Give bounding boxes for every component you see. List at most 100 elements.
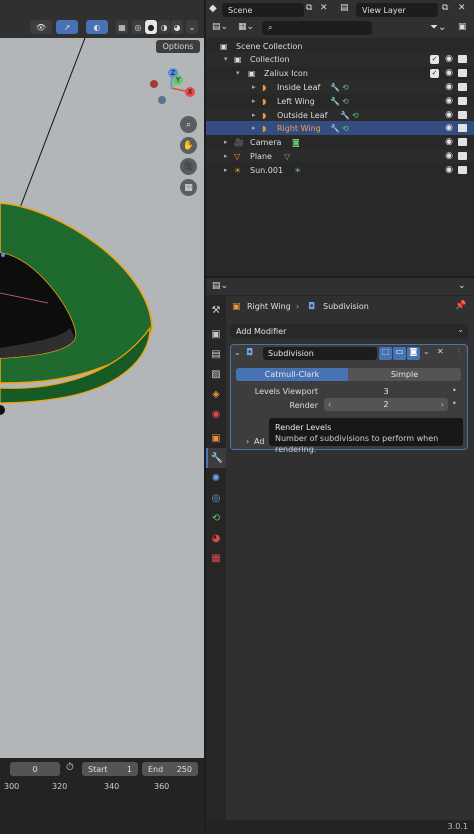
- expand-arrow-icon[interactable]: ▸: [224, 138, 228, 146]
- chevron-down-icon[interactable]: ⌄: [458, 281, 466, 291]
- tab-view-layer[interactable]: ▨: [206, 364, 226, 384]
- eye-icon[interactable]: ◉: [444, 82, 454, 92]
- render-levels-slider[interactable]: ‹ 2 ›: [324, 398, 448, 411]
- camera-render-icon[interactable]: [458, 69, 467, 77]
- expand-arrow-icon[interactable]: ▾: [236, 69, 240, 77]
- eye-icon[interactable]: ◉: [444, 165, 454, 175]
- camera-render-icon[interactable]: [458, 152, 467, 160]
- camera-render-icon[interactable]: [458, 138, 467, 146]
- eye-icon[interactable]: ◉: [444, 68, 454, 78]
- expand-arrow-icon[interactable]: ▸: [252, 83, 256, 91]
- start-frame-field[interactable]: Start 1: [82, 762, 138, 776]
- expand-arrow-icon[interactable]: ▸: [252, 111, 256, 119]
- modifier-name-field[interactable]: Subdivision: [263, 347, 377, 360]
- wrench-icon[interactable]: 🔧: [340, 111, 350, 120]
- viewport-canvas[interactable]: Z Y X ⌕ ✋ 🎥 ▦: [0, 38, 204, 758]
- wrench-icon[interactable]: 🔧: [330, 97, 340, 106]
- expand-arrow-icon[interactable]: ▸: [252, 97, 256, 105]
- eye-icon[interactable]: ◉: [444, 123, 454, 133]
- drag-handle-icon[interactable]: ⋮⋮: [455, 347, 471, 356]
- mesh-data-icon[interactable]: ⟲: [342, 97, 349, 106]
- camera-render-icon[interactable]: [458, 55, 467, 63]
- stopwatch-icon[interactable]: ⏱: [66, 762, 78, 776]
- camera-render-icon[interactable]: [458, 83, 467, 91]
- expand-arrow-icon[interactable]: ▸: [224, 152, 228, 160]
- exclude-checkbox[interactable]: ✓: [430, 68, 439, 78]
- mesh-data-icon[interactable]: ▽: [284, 152, 290, 161]
- display-mode-button[interactable]: ▤⌄: [212, 22, 232, 34]
- tab-modifiers[interactable]: 🔧: [206, 448, 226, 468]
- edit-mode-toggle-icon[interactable]: ⬚: [379, 347, 392, 360]
- outliner-row-inside-leaf[interactable]: ▸ ◗ Inside Leaf 🔧 ⟲ ◉: [206, 80, 474, 94]
- gizmo-x-axis[interactable]: X: [185, 87, 195, 97]
- tab-particles[interactable]: ✺: [206, 468, 226, 488]
- outliner-row-sun[interactable]: ▸ ☀ Sun.001 ☀ ◉: [206, 163, 474, 177]
- tab-render[interactable]: ▣: [206, 324, 226, 344]
- pan-view-button[interactable]: ✋: [180, 137, 197, 154]
- chevron-down-icon[interactable]: ⌄: [423, 347, 430, 356]
- solid-shading-button[interactable]: ●: [145, 20, 157, 34]
- view-layer-selector[interactable]: View Layer: [356, 3, 438, 17]
- wrench-icon[interactable]: 🔧: [330, 83, 340, 92]
- tab-object[interactable]: ▣: [206, 428, 226, 448]
- close-view-layer-icon[interactable]: ✕: [458, 3, 470, 15]
- mesh-data-icon[interactable]: ⟲: [342, 124, 349, 133]
- view-object-types-button[interactable]: 👁: [30, 20, 52, 34]
- gizmo-y-axis[interactable]: Y: [173, 75, 183, 85]
- simple-option[interactable]: Simple: [348, 368, 461, 381]
- mesh-data-icon[interactable]: ⟲: [352, 111, 359, 120]
- expand-arrow-icon[interactable]: ›: [246, 437, 249, 446]
- end-frame-field[interactable]: End 250: [142, 762, 198, 776]
- filter-button[interactable]: ⏷⌄: [430, 22, 452, 34]
- zoom-view-button[interactable]: ⌕: [180, 116, 197, 133]
- ortho-toggle-button[interactable]: ▦: [180, 179, 197, 196]
- close-icon[interactable]: ✕: [437, 347, 444, 356]
- pin-icon[interactable]: 📌: [455, 301, 466, 311]
- material-shading-button[interactable]: ◑: [158, 20, 170, 34]
- keyframe-dot-icon[interactable]: •: [452, 386, 457, 395]
- eye-icon[interactable]: ◉: [444, 54, 454, 64]
- shading-options-button[interactable]: ⌄: [186, 20, 198, 34]
- camera-render-icon[interactable]: [458, 124, 467, 132]
- eye-icon[interactable]: ◉: [444, 137, 454, 147]
- eye-icon[interactable]: ◉: [444, 96, 454, 106]
- collapse-arrow-icon[interactable]: ⌄: [234, 348, 241, 357]
- viewport-toggle-icon[interactable]: ▭: [393, 347, 406, 360]
- mesh-data-icon[interactable]: ⟲: [342, 83, 349, 92]
- decrement-arrow-icon[interactable]: ‹: [328, 400, 331, 409]
- wireframe-shading-button[interactable]: ◎: [132, 20, 144, 34]
- advanced-subpanel-label[interactable]: Ad: [254, 437, 264, 446]
- outliner-row-collection[interactable]: ▾ ▣ Collection ✓ ◉: [206, 52, 474, 66]
- keyframe-dot-icon[interactable]: •: [452, 399, 457, 408]
- catmull-clark-option[interactable]: Catmull-Clark: [236, 368, 348, 381]
- render-toggle-icon[interactable]: ◙: [407, 347, 420, 360]
- tab-physics[interactable]: ◎: [206, 488, 226, 508]
- tab-texture[interactable]: ▦: [206, 548, 226, 568]
- outliner-row-camera[interactable]: ▸ 🎥 Camera ◙ ◉: [206, 135, 474, 149]
- light-data-icon[interactable]: ☀: [294, 166, 301, 175]
- expand-arrow-icon[interactable]: ▾: [224, 55, 228, 63]
- tab-world[interactable]: ◉: [206, 404, 226, 424]
- tab-tool[interactable]: ⚒: [206, 300, 226, 320]
- new-collection-icon[interactable]: ▣: [458, 22, 470, 34]
- levels-viewport-slider[interactable]: 3: [324, 385, 448, 398]
- navigation-gizmo[interactable]: Z Y X: [146, 66, 196, 116]
- copy-view-layer-icon[interactable]: ⧉: [442, 3, 454, 15]
- copy-scene-icon[interactable]: ⧉: [306, 3, 318, 15]
- outliner-row-zaliux-icon[interactable]: ▾ ▣ Zaliux Icon ✓ ◉: [206, 66, 474, 80]
- outliner-row-outside-leaf[interactable]: ▸ ◗ Outside Leaf 🔧 ⟲ ◉: [206, 108, 474, 122]
- outliner-view-button[interactable]: ▦⌄: [238, 22, 258, 34]
- tab-constraints[interactable]: ⟲: [206, 508, 226, 528]
- editor-type-button[interactable]: ▤⌄: [212, 281, 228, 291]
- outliner-row-plane[interactable]: ▸ ▽ Plane ▽ ◉: [206, 149, 474, 163]
- outliner-row-scene-collection[interactable]: ▣ Scene Collection: [206, 39, 474, 53]
- eye-icon[interactable]: ◉: [444, 151, 454, 161]
- rendered-shading-button[interactable]: ◕: [171, 20, 183, 34]
- tab-scene[interactable]: ◈: [206, 384, 226, 404]
- expand-arrow-icon[interactable]: ▸: [252, 124, 256, 132]
- wrench-icon[interactable]: 🔧: [330, 124, 340, 133]
- camera-view-button[interactable]: 🎥: [180, 158, 197, 175]
- eye-icon[interactable]: ◉: [444, 110, 454, 120]
- camera-render-icon[interactable]: [458, 111, 467, 119]
- overlays-toggle-button[interactable]: ◐: [86, 20, 108, 34]
